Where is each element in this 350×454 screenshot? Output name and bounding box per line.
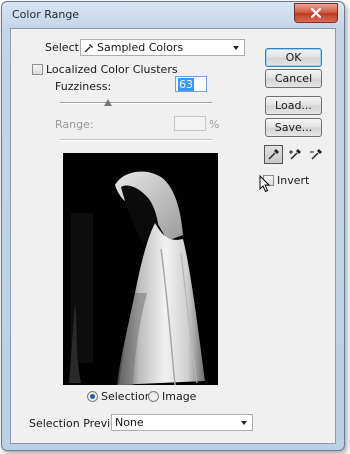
add-to-sample-button[interactable]	[286, 145, 305, 164]
selection-radio[interactable]	[87, 391, 98, 402]
selection-preview-value: None	[115, 416, 144, 429]
window-title: Color Range	[12, 8, 80, 21]
subtract-from-sample-button[interactable]	[307, 145, 326, 164]
range-unit: %	[209, 118, 220, 131]
fuzziness-input[interactable]: 63	[175, 76, 207, 92]
dialog-body: Select: Sampled Colors Localized Color C…	[10, 28, 336, 444]
close-icon	[311, 8, 321, 18]
selection-preview-image[interactable]	[63, 153, 218, 385]
selection-preview-dropdown[interactable]: None	[111, 414, 253, 431]
range-label: Range:	[55, 118, 94, 131]
title-bar[interactable]: Color Range	[2, 2, 344, 28]
save-button[interactable]: Save...	[265, 118, 322, 137]
eyedropper-icon	[84, 43, 93, 52]
fuzziness-label: Fuzziness:	[55, 80, 112, 93]
eyedropper-tool-button[interactable]	[264, 145, 283, 164]
fuzziness-value: 63	[178, 77, 194, 91]
select-dropdown[interactable]: Sampled Colors	[80, 39, 245, 56]
mouse-cursor-icon	[259, 175, 271, 193]
eyedropper-icon	[268, 149, 279, 160]
close-button[interactable]	[294, 3, 338, 23]
chevron-down-icon	[241, 421, 247, 425]
invert-label: Invert	[277, 174, 310, 187]
localized-clusters-checkbox[interactable]	[32, 64, 43, 75]
fuzziness-slider-track[interactable]	[60, 102, 212, 104]
image-radio[interactable]	[148, 391, 159, 402]
select-label: Select:	[45, 41, 83, 54]
image-radio-label: Image	[162, 390, 197, 403]
load-button[interactable]: Load...	[265, 96, 322, 115]
color-range-dialog: Color Range Select: Sampled Colors Local…	[1, 1, 345, 451]
range-divider	[60, 139, 212, 141]
radio-selected-dot	[90, 394, 95, 399]
eyedropper-plus-icon	[289, 149, 301, 160]
selection-radio-label: Selection	[101, 390, 152, 403]
hooded-figure-preview	[63, 153, 218, 385]
select-value: Sampled Colors	[97, 41, 184, 54]
fuzziness-slider-thumb[interactable]	[103, 99, 112, 106]
chevron-down-icon	[233, 46, 239, 50]
range-input[interactable]	[174, 116, 206, 131]
ok-button[interactable]: OK	[265, 48, 322, 67]
eyedropper-minus-icon	[310, 149, 322, 160]
cancel-button[interactable]: Cancel	[265, 69, 322, 88]
localized-clusters-label: Localized Color Clusters	[46, 63, 178, 76]
